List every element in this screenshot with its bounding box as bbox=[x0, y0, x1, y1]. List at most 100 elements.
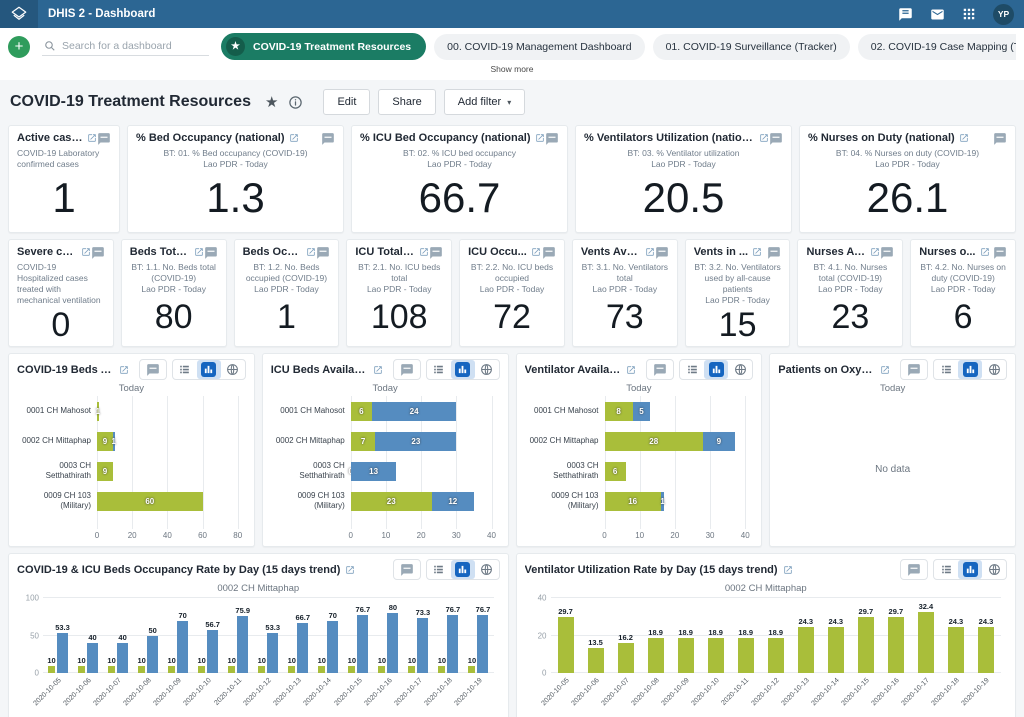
bar[interactable]: 10 bbox=[408, 666, 415, 674]
apps-menu-icon[interactable] bbox=[962, 7, 976, 21]
comments-button[interactable] bbox=[429, 246, 443, 260]
comments-button[interactable] bbox=[91, 246, 105, 260]
bar[interactable]: 10 bbox=[318, 666, 325, 674]
bar[interactable]: 24.3 bbox=[978, 627, 994, 673]
bar[interactable]: 76.7 bbox=[357, 615, 368, 673]
bar[interactable]: 10 bbox=[138, 666, 145, 674]
dashboard-chip[interactable]: 02. COVID-19 Case Mapping (Tracker) bbox=[858, 34, 1016, 60]
bar-segment[interactable]: 23 bbox=[375, 432, 456, 451]
comments-button[interactable] bbox=[769, 132, 783, 146]
dhis2-logo[interactable] bbox=[0, 0, 38, 28]
bar-segment[interactable]: 6 bbox=[351, 402, 372, 421]
comments-button[interactable] bbox=[393, 559, 421, 580]
bar[interactable]: 40 bbox=[87, 643, 98, 673]
bar[interactable]: 66.7 bbox=[297, 623, 308, 673]
bar[interactable]: 18.9 bbox=[708, 638, 724, 673]
bar-segment[interactable]: 9 bbox=[703, 432, 735, 451]
comments-button[interactable] bbox=[316, 246, 330, 260]
comments-button[interactable] bbox=[542, 246, 556, 260]
bar[interactable]: 70 bbox=[177, 621, 188, 674]
bar[interactable]: 10 bbox=[258, 666, 265, 674]
show-more-button[interactable]: Show more bbox=[0, 63, 1024, 80]
bar[interactable]: 70 bbox=[327, 621, 338, 674]
interpretations-icon[interactable] bbox=[898, 7, 913, 22]
comments-button[interactable] bbox=[900, 559, 928, 580]
bar[interactable]: 16.2 bbox=[618, 643, 634, 673]
bar-segment[interactable]: 13 bbox=[351, 462, 397, 481]
bar[interactable]: 24.3 bbox=[798, 627, 814, 673]
dashboard-chip[interactable]: 01. COVID-19 Surveillance (Tracker) bbox=[653, 34, 850, 60]
bar[interactable]: 76.7 bbox=[447, 615, 458, 673]
bar[interactable]: 50 bbox=[147, 636, 158, 674]
comments-button[interactable] bbox=[993, 246, 1007, 260]
bar[interactable]: 10 bbox=[228, 666, 235, 674]
bar[interactable]: 80 bbox=[387, 613, 398, 673]
bar[interactable]: 53.3 bbox=[267, 633, 278, 673]
comments-button[interactable] bbox=[767, 246, 781, 260]
bar-segment[interactable]: 23 bbox=[351, 492, 432, 511]
comments-button[interactable] bbox=[900, 359, 928, 380]
bar-segment[interactable]: 1 bbox=[661, 492, 665, 511]
bar-segment[interactable]: 7 bbox=[351, 432, 376, 451]
bar[interactable]: 10 bbox=[48, 666, 55, 674]
bar[interactable]: 10 bbox=[378, 666, 385, 674]
comments-button[interactable] bbox=[393, 359, 421, 380]
view-as-chart-button[interactable] bbox=[197, 360, 221, 379]
bar-segment[interactable]: 28 bbox=[605, 432, 704, 451]
bar[interactable]: 10 bbox=[78, 666, 85, 674]
bar[interactable]: 75.9 bbox=[237, 616, 248, 673]
bar[interactable]: 10 bbox=[108, 666, 115, 674]
comments-button[interactable] bbox=[321, 132, 335, 146]
share-button[interactable]: Share bbox=[378, 89, 435, 115]
view-as-table-button[interactable] bbox=[934, 360, 958, 379]
bar[interactable]: 13.5 bbox=[588, 648, 604, 673]
view-as-map-button[interactable] bbox=[475, 360, 499, 379]
bar-segment[interactable]: 6 bbox=[605, 462, 626, 481]
view-as-table-button[interactable] bbox=[680, 360, 704, 379]
comments-button[interactable] bbox=[139, 359, 167, 380]
dashboard-chip[interactable]: 00. COVID-19 Management Dashboard bbox=[434, 34, 644, 60]
bar[interactable]: 40 bbox=[117, 643, 128, 673]
star-icon[interactable]: ★ bbox=[265, 93, 278, 111]
bar[interactable]: 73.3 bbox=[417, 618, 428, 673]
view-as-chart-button[interactable] bbox=[958, 560, 982, 579]
view-as-map-button[interactable] bbox=[982, 560, 1006, 579]
bar[interactable]: 10 bbox=[168, 666, 175, 674]
bar[interactable]: 18.9 bbox=[678, 638, 694, 673]
comments-button[interactable] bbox=[880, 246, 894, 260]
comments-button[interactable] bbox=[545, 132, 559, 146]
view-as-chart-button[interactable] bbox=[958, 360, 982, 379]
new-dashboard-button[interactable]: + bbox=[8, 36, 30, 58]
bar[interactable]: 32.4 bbox=[918, 612, 934, 673]
user-avatar[interactable]: YP bbox=[993, 4, 1014, 25]
bar[interactable]: 10 bbox=[288, 666, 295, 674]
messages-icon[interactable] bbox=[930, 7, 945, 22]
bar[interactable]: 29.7 bbox=[858, 617, 874, 673]
view-as-map-button[interactable] bbox=[728, 360, 752, 379]
bar-segment[interactable]: 16 bbox=[605, 492, 661, 511]
bar[interactable]: 29.7 bbox=[888, 617, 904, 673]
comments-button[interactable] bbox=[204, 246, 218, 260]
edit-button[interactable]: Edit bbox=[323, 89, 370, 115]
comments-button[interactable] bbox=[97, 132, 111, 146]
bar-segment[interactable]: 8 bbox=[605, 402, 633, 421]
bar[interactable]: 76.7 bbox=[477, 615, 488, 673]
view-as-chart-button[interactable] bbox=[451, 360, 475, 379]
bar[interactable]: 10 bbox=[198, 666, 205, 674]
bar-segment[interactable]: 12 bbox=[432, 492, 474, 511]
comments-button[interactable] bbox=[646, 359, 674, 380]
bar-segment[interactable]: 5 bbox=[633, 402, 651, 421]
view-as-table-button[interactable] bbox=[173, 360, 197, 379]
bar-segment[interactable]: 24 bbox=[372, 402, 456, 421]
add-filter-button[interactable]: Add filter ▾ bbox=[444, 89, 525, 115]
bar-segment[interactable]: 60 bbox=[97, 492, 203, 511]
view-as-map-button[interactable] bbox=[221, 360, 245, 379]
bar[interactable]: 10 bbox=[348, 666, 355, 674]
bar[interactable]: 18.9 bbox=[768, 638, 784, 673]
comments-button[interactable] bbox=[993, 132, 1007, 146]
bar-segment[interactable]: 9 bbox=[97, 462, 113, 481]
search-input[interactable] bbox=[62, 40, 207, 52]
view-as-map-button[interactable] bbox=[982, 360, 1006, 379]
bar-segment[interactable]: 1 bbox=[97, 402, 99, 421]
bar[interactable]: 29.7 bbox=[558, 617, 574, 673]
